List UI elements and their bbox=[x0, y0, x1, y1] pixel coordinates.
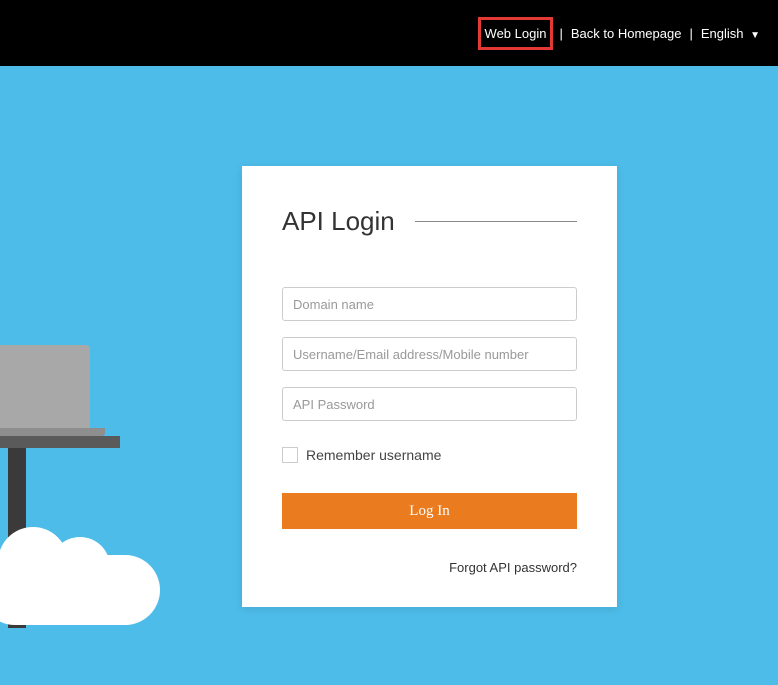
web-login-link[interactable]: Web Login bbox=[478, 17, 554, 50]
remember-checkbox[interactable] bbox=[282, 447, 298, 463]
title-divider bbox=[415, 221, 577, 222]
language-selector[interactable]: English ▼ bbox=[699, 22, 762, 45]
card-header: API Login bbox=[282, 206, 577, 237]
language-label: English bbox=[701, 26, 744, 41]
forgot-password-link[interactable]: Forgot API password? bbox=[449, 560, 577, 575]
main-content: API Login Remember username Log In Forgo… bbox=[0, 66, 778, 685]
back-to-homepage-link[interactable]: Back to Homepage bbox=[569, 22, 684, 45]
page-title: API Login bbox=[282, 206, 395, 237]
login-button[interactable]: Log In bbox=[282, 493, 577, 529]
cloud-icon bbox=[0, 555, 160, 625]
domain-input[interactable] bbox=[282, 287, 577, 321]
laptop-base-icon bbox=[0, 428, 105, 436]
separator: | bbox=[689, 26, 692, 41]
topbar-links: Web Login | Back to Homepage | English ▼ bbox=[478, 17, 762, 50]
background-illustration bbox=[0, 265, 180, 625]
password-input[interactable] bbox=[282, 387, 577, 421]
forgot-row: Forgot API password? bbox=[282, 559, 577, 577]
username-input[interactable] bbox=[282, 337, 577, 371]
separator: | bbox=[559, 26, 562, 41]
remember-row: Remember username bbox=[282, 447, 577, 463]
chevron-down-icon: ▼ bbox=[750, 30, 760, 41]
desk-icon bbox=[0, 436, 120, 448]
top-navigation-bar: Web Login | Back to Homepage | English ▼ bbox=[0, 0, 778, 66]
remember-label: Remember username bbox=[306, 447, 441, 463]
login-card: API Login Remember username Log In Forgo… bbox=[242, 166, 617, 607]
laptop-icon bbox=[0, 345, 90, 430]
